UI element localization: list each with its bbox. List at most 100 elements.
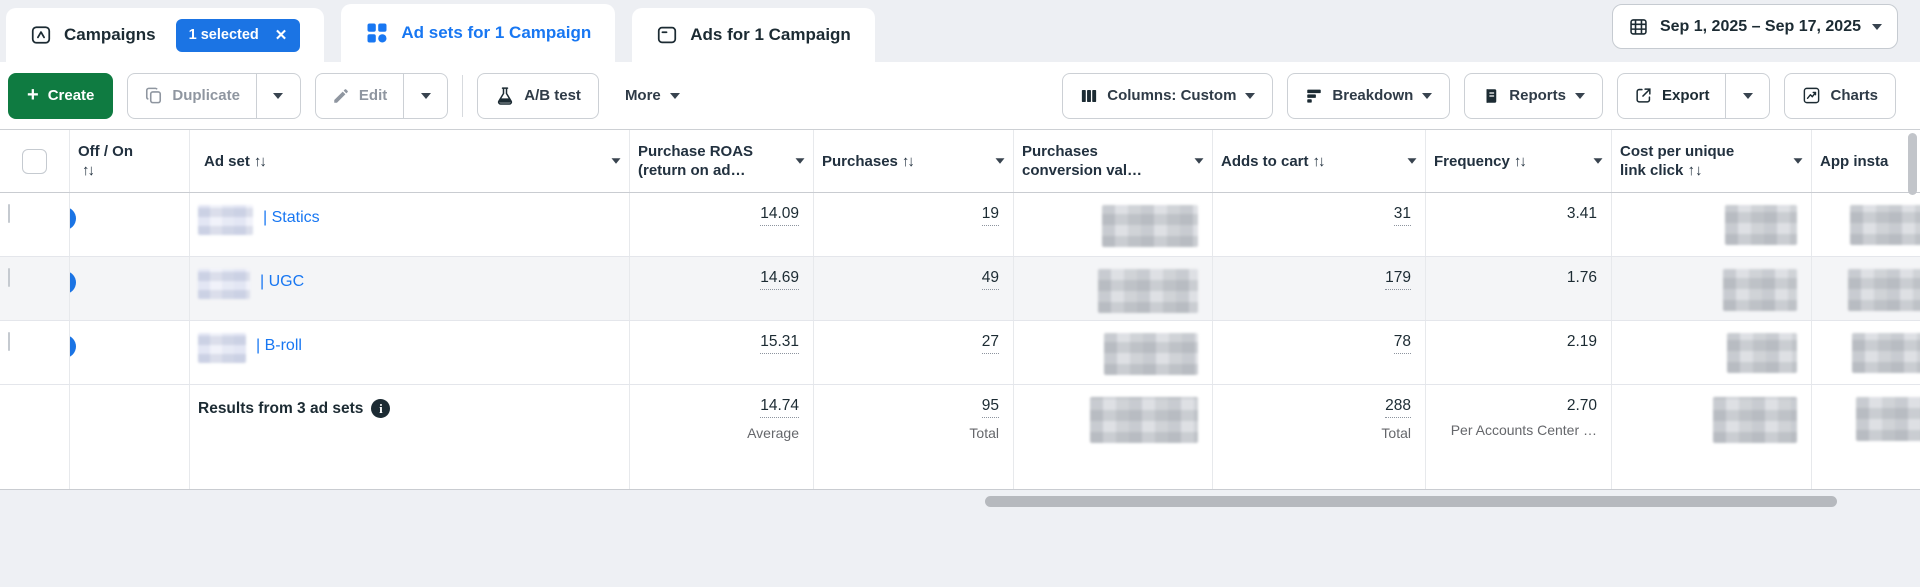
column-menu-icon[interactable] [1407, 158, 1417, 164]
redacted-value [1713, 397, 1797, 443]
redacted-text [198, 205, 253, 235]
redacted-value [1723, 269, 1797, 311]
ad-set-name-link[interactable]: | Statics [263, 205, 320, 227]
column-menu-icon[interactable] [1194, 158, 1204, 164]
edit-dropdown-button[interactable] [403, 73, 447, 118]
ad-set-name-link[interactable]: | B-roll [256, 333, 302, 355]
date-range-label: Sep 1, 2025 – Sep 17, 2025 [1659, 17, 1861, 35]
column-menu-icon[interactable] [611, 158, 621, 164]
results-label: Results from 3 ad sets [198, 399, 364, 417]
duplicate-button[interactable]: Duplicate [128, 74, 256, 118]
frequency-total: 2.70 [1566, 397, 1597, 414]
frequency-value: 3.41 [1566, 205, 1597, 222]
chevron-down-icon [1245, 92, 1256, 99]
clear-selection-icon[interactable]: ✕ [275, 26, 288, 44]
redacted-value [1850, 205, 1920, 245]
roas-total[interactable]: 14.74 [760, 397, 799, 418]
roas-value[interactable]: 15.31 [760, 333, 799, 354]
roas-total-note: Average [747, 425, 799, 441]
redacted-value [1104, 333, 1198, 375]
column-header-purchases-conversion-value[interactable]: Purchases conversion val… [1014, 130, 1213, 192]
column-header-ad-set[interactable]: Ad set ↑↓ [190, 130, 630, 192]
edit-icon [332, 87, 350, 105]
sort-icon: ↑↓ [901, 152, 915, 170]
campaigns-icon [30, 24, 52, 46]
row-checkbox[interactable] [8, 204, 10, 223]
breakdown-icon [1305, 87, 1323, 105]
column-header-frequency[interactable]: Frequency ↑↓ [1426, 130, 1612, 192]
column-header-adds-to-cart[interactable]: Adds to cart ↑↓ [1213, 130, 1426, 192]
column-header-cost-per-unique-link-click[interactable]: Cost per unique link click ↑↓ [1612, 130, 1812, 192]
summary-row: Results from 3 ad sets 14.74 Average 95 To… [0, 385, 1920, 490]
column-header-off-on[interactable]: Off / On ↑↓ [70, 130, 190, 192]
column-header-app-installs[interactable]: App insta [1812, 130, 1920, 192]
sort-icon: ↑↓ [253, 152, 267, 170]
redacted-value [1727, 333, 1797, 373]
purchases-total-note: Total [969, 425, 999, 441]
column-menu-icon[interactable] [795, 158, 805, 164]
redacted-value [1852, 333, 1920, 373]
chevron-down-icon [1422, 92, 1433, 99]
sort-icon: ↑↓ [82, 162, 95, 179]
table-row: | UGC 14.69 49 179 1.76 [0, 257, 1920, 321]
calendar-icon [1628, 16, 1649, 37]
purchases-value[interactable]: 49 [981, 269, 999, 290]
edit-split-button: Edit [314, 72, 449, 119]
selected-count-badge[interactable]: 1 selected ✕ [175, 18, 301, 52]
export-dropdown-button[interactable] [1725, 73, 1769, 118]
purchases-value[interactable]: 19 [981, 205, 999, 226]
ad-set-name-link[interactable]: | UGC [260, 269, 304, 291]
row-checkbox[interactable] [8, 268, 10, 287]
column-menu-icon[interactable] [1793, 158, 1803, 164]
row-checkbox[interactable] [8, 332, 10, 351]
create-button[interactable]: + Create [8, 72, 114, 119]
purchases-total[interactable]: 95 [981, 397, 999, 418]
reports-button[interactable]: Reports [1464, 72, 1603, 119]
horizontal-scrollbar[interactable] [985, 496, 1837, 507]
more-button[interactable]: More [625, 87, 680, 104]
chevron-down-icon [273, 92, 284, 99]
table-row: | Statics 14.09 19 31 3.41 [0, 193, 1920, 257]
adds-to-cart-value[interactable]: 179 [1385, 269, 1411, 290]
purchases-value[interactable]: 27 [981, 333, 999, 354]
export-icon [1634, 86, 1653, 105]
ad-sets-icon [365, 21, 389, 45]
page-background [0, 490, 1920, 587]
tab-campaigns[interactable]: Campaigns 1 selected ✕ [6, 8, 325, 62]
export-button[interactable]: Export [1618, 74, 1726, 118]
toolbar: + Create Duplicate Edit A/B test More Co… [0, 62, 1920, 130]
tab-ad-sets[interactable]: Ad sets for 1 Campaign [341, 4, 616, 62]
roas-value[interactable]: 14.09 [760, 205, 799, 226]
adds-to-cart-total-note: Total [1381, 425, 1411, 441]
columns-icon [1080, 87, 1098, 105]
vertical-scrollbar[interactable] [1908, 133, 1917, 195]
redacted-value [1090, 397, 1198, 443]
redacted-text [198, 333, 246, 363]
charts-icon [1802, 86, 1821, 105]
frequency-value: 1.76 [1566, 269, 1597, 286]
redacted-value [1102, 205, 1198, 247]
column-header-purchases[interactable]: Purchases ↑↓ [814, 130, 1014, 192]
column-menu-icon[interactable] [995, 158, 1005, 164]
reports-icon [1482, 87, 1500, 105]
info-icon[interactable] [371, 399, 391, 418]
redacted-value [1856, 397, 1920, 441]
adds-to-cart-value[interactable]: 31 [1393, 205, 1411, 226]
ab-test-button[interactable]: A/B test [477, 72, 599, 119]
redacted-text [198, 269, 250, 299]
roas-value[interactable]: 14.69 [760, 269, 799, 290]
select-all-checkbox[interactable] [22, 148, 47, 174]
breakdown-button[interactable]: Breakdown [1287, 72, 1451, 119]
date-range-picker[interactable]: Sep 1, 2025 – Sep 17, 2025 [1611, 4, 1898, 49]
duplicate-dropdown-button[interactable] [255, 73, 300, 118]
chevron-down-icon [420, 92, 431, 99]
tab-ads[interactable]: Ads for 1 Campaign [632, 8, 875, 62]
edit-button[interactable]: Edit [316, 74, 403, 118]
adds-to-cart-total[interactable]: 288 [1385, 397, 1411, 418]
adds-to-cart-value[interactable]: 78 [1393, 333, 1411, 354]
charts-button[interactable]: Charts [1784, 72, 1896, 119]
chevron-down-icon [1742, 92, 1753, 99]
columns-button[interactable]: Columns: Custom [1062, 72, 1274, 119]
column-header-purchase-roas[interactable]: Purchase ROAS (return on ad… [630, 130, 814, 192]
column-menu-icon[interactable] [1593, 158, 1603, 164]
